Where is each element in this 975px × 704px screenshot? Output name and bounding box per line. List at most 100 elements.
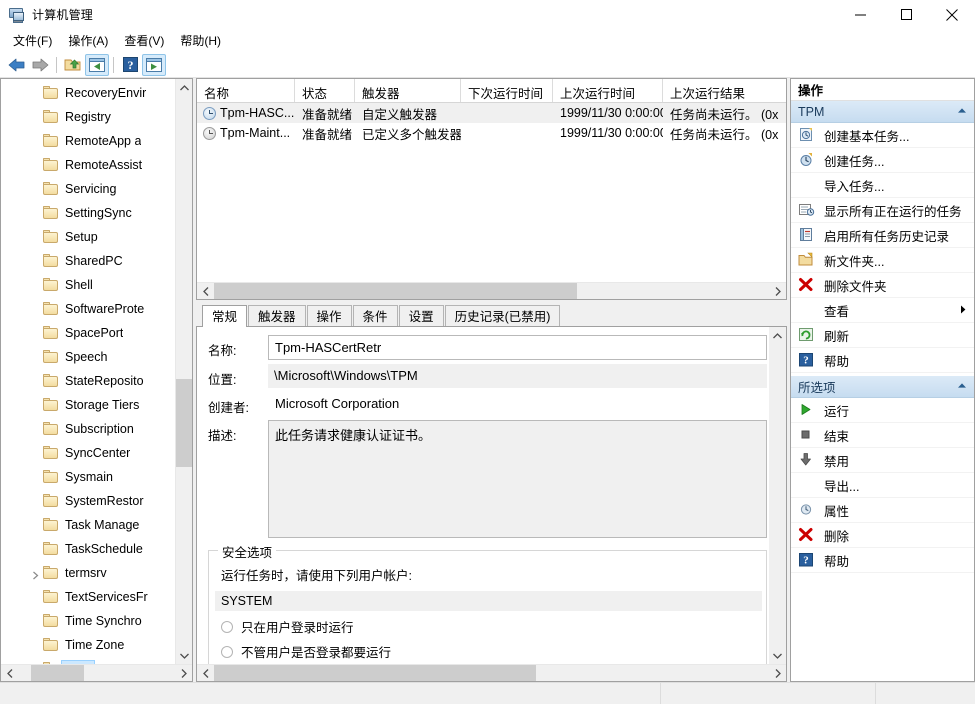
tree-item-textservicesfr[interactable]: TextServicesFr <box>1 585 192 609</box>
tree-item-synccenter[interactable]: SyncCenter <box>1 441 192 465</box>
menu-file[interactable]: 文件(F) <box>5 31 60 51</box>
task-column-header-5[interactable]: 上次运行结果 <box>663 79 786 102</box>
forward-icon[interactable] <box>28 54 52 76</box>
action-item-1-2[interactable]: 禁用 <box>791 448 974 473</box>
tree-scroll-right-icon[interactable] <box>175 665 192 681</box>
close-button[interactable] <box>929 0 975 30</box>
menu-action[interactable]: 操作(A) <box>60 31 116 51</box>
radio-button-icon[interactable] <box>221 645 233 658</box>
tree-item-task-manage[interactable]: Task Manage <box>1 513 192 537</box>
tree-item-remoteassist[interactable]: RemoteAssist <box>1 153 192 177</box>
task-column-header-1[interactable]: 状态 <box>295 79 355 102</box>
task-row[interactable]: Tpm-Maint... 准备就绪 已定义多个触发器 1999/11/30 0:00:… <box>197 123 786 143</box>
details-tabs[interactable]: 常规 触发器 操作 条件 设置 历史记录(已禁用) <box>196 304 787 327</box>
chevron-up-icon[interactable] <box>957 106 967 117</box>
tree-item-subscription[interactable]: Subscription <box>1 417 192 441</box>
tree-scroll-thumb[interactable] <box>176 379 192 467</box>
action-item-1-5[interactable]: 删除 <box>791 523 974 548</box>
tab-2[interactable]: 操作 <box>306 305 352 326</box>
action-item-0-7[interactable]: 查看 <box>791 298 974 323</box>
tree-item-settingsync[interactable]: SettingSync <box>1 201 192 225</box>
tab-4[interactable]: 设置 <box>398 305 444 326</box>
tree-scroll-up-icon[interactable] <box>176 79 192 96</box>
tree-horizontal-scrollbar[interactable] <box>1 664 192 681</box>
menu-view[interactable]: 查看(V) <box>116 31 172 51</box>
tree-item-storage-tiers[interactable]: Storage Tiers <box>1 393 192 417</box>
actions-group-header-0[interactable]: TPM <box>791 101 974 123</box>
radio-run-only-logged-on[interactable]: 只在用户登录时运行 <box>221 617 756 636</box>
tree-scroll-left-icon[interactable] <box>1 665 18 681</box>
field-description-value[interactable]: 此任务请求健康认证证书。 <box>268 420 767 538</box>
details-horizontal-scrollbar[interactable] <box>197 664 786 681</box>
task-column-header-4[interactable]: 上次运行时间 <box>553 79 663 102</box>
tree-item-registry[interactable]: Registry <box>1 105 192 129</box>
details-hscroll-thumb[interactable] <box>214 665 536 681</box>
radio-run-whether-logged-on[interactable]: 不管用户是否登录都要运行 <box>221 642 756 661</box>
details-vertical-scrollbar[interactable] <box>769 327 786 664</box>
task-list-hscroll-thumb[interactable] <box>214 283 577 299</box>
chevron-up-icon[interactable] <box>957 381 967 392</box>
action-item-1-0[interactable]: 运行 <box>791 398 974 423</box>
tree-item-time-synchro[interactable]: Time Synchro <box>1 609 192 633</box>
action-item-1-3[interactable]: 导出... <box>791 473 974 498</box>
tree-item-systemrestor[interactable]: SystemRestor <box>1 489 192 513</box>
action-item-0-5[interactable]: 新文件夹... <box>791 248 974 273</box>
tree-item-statereposito[interactable]: StateReposito <box>1 369 192 393</box>
action-item-0-9[interactable]: ? 帮助 <box>791 348 974 373</box>
task-row[interactable]: Tpm-HASC... 准备就绪 自定义触发器 1999/11/30 0:00:00 任… <box>197 103 786 123</box>
tree-vertical-scrollbar[interactable] <box>175 79 192 664</box>
tab-3[interactable]: 条件 <box>352 305 398 326</box>
task-list-rows[interactable]: Tpm-HASC... 准备就绪 自定义触发器 1999/11/30 0:00:00 任… <box>197 103 786 282</box>
console-tree[interactable]: RecoveryEnvir Registry RemoteApp a RemoteAs… <box>1 79 192 681</box>
action-item-0-4[interactable]: 启用所有任务历史记录 <box>791 223 974 248</box>
tree-item-sysmain[interactable]: Sysmain <box>1 465 192 489</box>
tree-item-sharedpc[interactable]: SharedPC <box>1 249 192 273</box>
minimize-button[interactable] <box>837 0 883 30</box>
tree-item-remoteapp-a[interactable]: RemoteApp a <box>1 129 192 153</box>
menu-help[interactable]: 帮助(H) <box>172 31 229 51</box>
task-column-header-2[interactable]: 触发器 <box>355 79 461 102</box>
details-scroll-up-icon[interactable] <box>769 327 786 344</box>
tree-item-taskschedule[interactable]: TaskSchedule <box>1 537 192 561</box>
tree-item-speech[interactable]: Speech <box>1 345 192 369</box>
task-list-horizontal-scrollbar[interactable] <box>197 282 786 299</box>
action-item-0-8[interactable]: 刷新 <box>791 323 974 348</box>
details-scroll-down-icon[interactable] <box>769 647 786 664</box>
submenu-arrow-icon[interactable] <box>960 305 966 316</box>
help-icon[interactable]: ? <box>118 54 142 76</box>
action-item-0-6[interactable]: 删除文件夹 <box>791 273 974 298</box>
action-item-1-4[interactable]: 属性 <box>791 498 974 523</box>
task-list-scroll-right-icon[interactable] <box>769 283 786 299</box>
field-name-value[interactable]: Tpm-HASCertRetr <box>268 335 767 360</box>
action-item-0-1[interactable]: 创建任务... <box>791 148 974 173</box>
task-list-header[interactable]: 名称 状态 触发器 下次运行时间 上次运行时间 上次运行结果 <box>197 79 786 103</box>
up-one-level-icon[interactable] <box>61 54 85 76</box>
tree-item-servicing[interactable]: Servicing <box>1 177 192 201</box>
back-icon[interactable] <box>4 54 28 76</box>
tab-0[interactable]: 常规 <box>202 305 248 327</box>
details-scroll-right-icon[interactable] <box>769 665 786 681</box>
task-column-header-0[interactable]: 名称 <box>197 79 295 102</box>
task-column-header-3[interactable]: 下次运行时间 <box>461 79 553 102</box>
maximize-button[interactable] <box>883 0 929 30</box>
tree-scroll-down-icon[interactable] <box>176 647 192 664</box>
tab-5[interactable]: 历史记录(已禁用) <box>444 305 561 326</box>
action-item-1-1[interactable]: 结束 <box>791 423 974 448</box>
tab-1[interactable]: 触发器 <box>248 305 306 326</box>
action-item-0-2[interactable]: 导入任务... <box>791 173 974 198</box>
action-item-0-3[interactable]: 显示所有正在运行的任务 <box>791 198 974 223</box>
tree-item-recoveryenvir[interactable]: RecoveryEnvir <box>1 81 192 105</box>
task-list-scroll-left-icon[interactable] <box>197 283 214 299</box>
tree-hscroll-thumb[interactable] <box>31 665 84 681</box>
action-item-1-6[interactable]: ? 帮助 <box>791 548 974 573</box>
tree-item-softwareprote[interactable]: SoftwareProte <box>1 297 192 321</box>
action-item-0-0[interactable]: 创建基本任务... <box>791 123 974 148</box>
show-hide-console-tree-icon[interactable] <box>85 53 109 76</box>
radio-button-icon[interactable] <box>221 620 233 633</box>
tree-item-setup[interactable]: Setup <box>1 225 192 249</box>
tree-item-shell[interactable]: Shell <box>1 273 192 297</box>
details-scroll-left-icon[interactable] <box>197 665 214 681</box>
show-hide-action-pane-icon[interactable] <box>142 53 166 76</box>
actions-group-header-1[interactable]: 所选项 <box>791 376 974 398</box>
tree-item-spaceport[interactable]: SpacePort <box>1 321 192 345</box>
